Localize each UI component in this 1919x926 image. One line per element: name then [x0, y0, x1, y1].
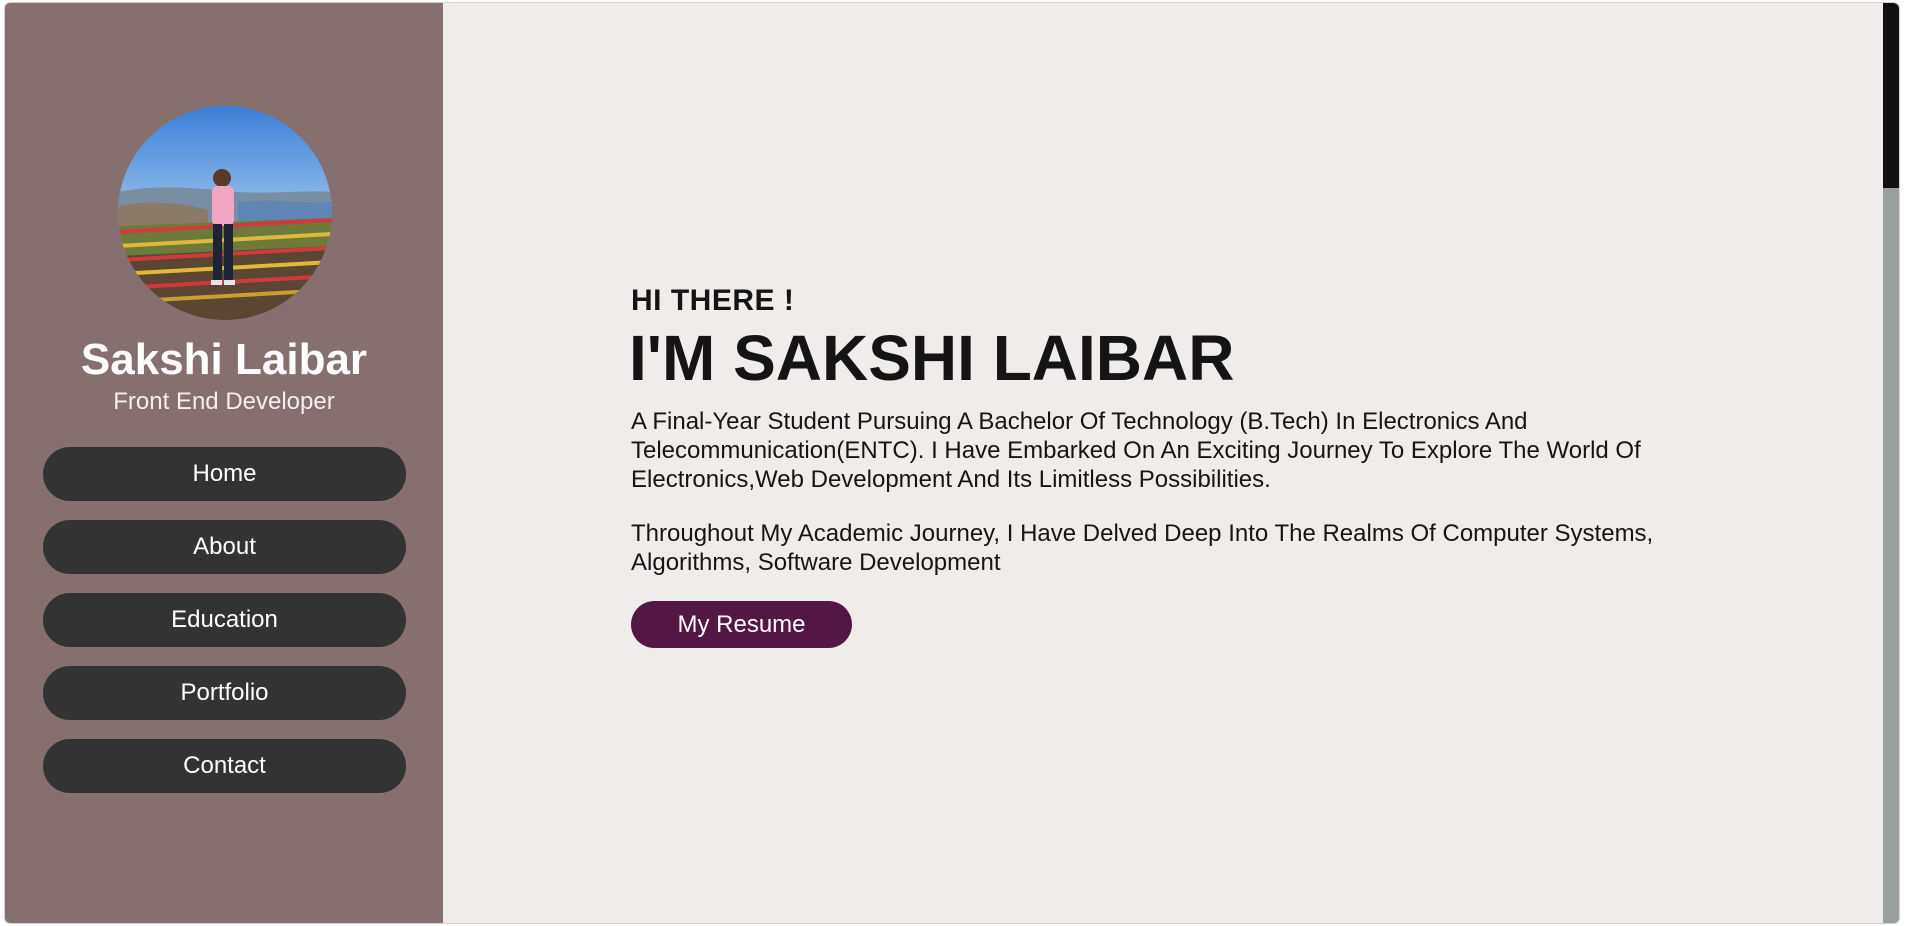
nav-item-portfolio[interactable]: Portfolio	[43, 666, 406, 720]
scrollbar-thumb[interactable]	[1883, 3, 1899, 188]
nav-item-education[interactable]: Education	[43, 593, 406, 647]
nav-item-home[interactable]: Home	[43, 447, 406, 501]
scrollbar[interactable]	[1883, 3, 1899, 923]
greeting-heading: HI THERE !	[631, 284, 795, 317]
intro-paragraph: A Final-Year Student Pursuing A Bachelor…	[631, 408, 1641, 493]
profile-name: Sakshi Laibar	[80, 335, 368, 384]
resume-button[interactable]: My Resume	[631, 601, 852, 648]
academic-paragraph: Throughout My Academic Journey, I Have D…	[631, 520, 1654, 576]
sidebar: Sakshi Laibar Front End Developer Home A…	[5, 3, 443, 923]
nav-item-contact[interactable]: Contact	[43, 739, 406, 793]
main-content: HI THERE ! I'M SAKSHI LAIBAR A Final-Yea…	[443, 3, 1879, 923]
hero-title: I'M SAKSHI LAIBAR	[629, 322, 1235, 394]
profile-role: Front End Developer	[113, 388, 335, 415]
nav-item-about[interactable]: About	[43, 520, 406, 574]
app-window: Sakshi Laibar Front End Developer Home A…	[4, 2, 1900, 924]
avatar	[118, 106, 332, 320]
profile-photo-icon	[118, 106, 332, 320]
sidebar-nav: Home About Education Portfolio Contact	[43, 447, 406, 812]
